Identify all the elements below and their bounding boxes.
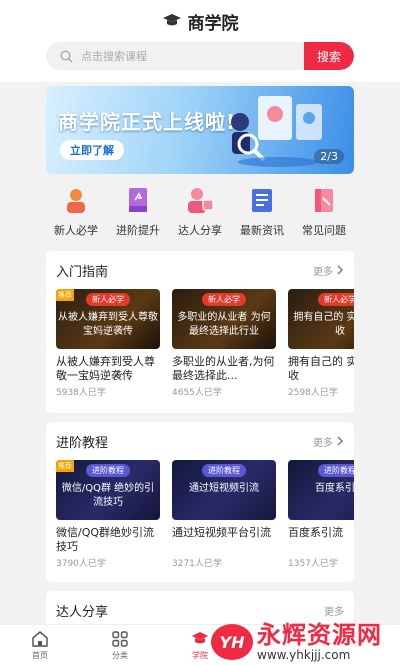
course-card[interactable]: 推荐 新人必学 从被人嫌弃到受人尊敬 宝妈逆袭传 从被人嫌弃到受人尊敬一宝妈逆袭…: [56, 289, 160, 398]
course-name: 多职业的从业者,为何最终选择此...: [172, 355, 275, 382]
chevron-right-icon: [337, 436, 343, 446]
more-link[interactable]: 更多: [324, 603, 344, 618]
search-row: 点击搜索课程 搜索: [0, 42, 400, 82]
course-card[interactable]: 推荐 进阶教程 微信/QQ群 绝妙的引流技巧 微信/QQ群绝妙引流技巧 3790…: [56, 460, 160, 569]
course-thumbnail: 推荐 进阶教程 微信/QQ群 绝妙的引流技巧: [56, 460, 160, 520]
recommended-badge: 推荐: [56, 460, 74, 472]
home-icon: [32, 631, 48, 647]
search-placeholder: 点击搜索课程: [81, 50, 147, 63]
grid-icon: [112, 631, 128, 647]
app-screen: 商学院 点击搜索课程 搜索 商学院正式上线啦! 立即了解 2/3 新人必学 进阶…: [0, 0, 400, 666]
site-watermark: YH 永辉资源网 www.yhkjjj.com: [211, 622, 382, 662]
course-name: 拥有自己的 实现经济收: [288, 355, 354, 382]
section-header: 入门指南 更多: [46, 251, 354, 289]
category-newbie[interactable]: 新人必学: [46, 186, 106, 238]
course-tag: 进阶教程: [86, 464, 130, 477]
learner-count: 1357人已学: [288, 559, 338, 569]
banner-title: 商学院正式上线啦!: [58, 110, 237, 134]
course-name: 微信/QQ群绝妙引流技巧: [56, 526, 155, 553]
course-list: 推荐 新人必学 从被人嫌弃到受人尊敬 宝妈逆袭传 从被人嫌弃到受人尊敬一宝妈逆袭…: [46, 289, 354, 398]
course-thumbnail: 进阶教程 通过短视频引流: [172, 460, 276, 520]
banner-learn-more-button[interactable]: 立即了解: [60, 140, 124, 160]
category-label: 新人必学: [54, 224, 98, 237]
advance-book-icon: [129, 188, 147, 212]
tab-label: 学院: [192, 651, 208, 660]
top-bar: 商学院: [0, 0, 400, 42]
thumbnail-text: 百度系引流: [315, 483, 354, 494]
category-news[interactable]: 最新资讯: [232, 186, 292, 238]
tab-label: 分类: [112, 651, 128, 660]
page-title: 商学院: [187, 13, 239, 34]
tab-home[interactable]: 首页: [10, 630, 70, 661]
category-expert-share[interactable]: 达人分享: [170, 186, 230, 238]
search-input[interactable]: 点击搜索课程: [46, 42, 304, 70]
thumbnail-text: 通过短视频引流: [189, 483, 259, 494]
recommended-badge: 推荐: [56, 289, 74, 301]
category-row: 新人必学 进阶提升 达人分享 最新资讯 常见问题: [46, 186, 354, 238]
watermark-text: 永辉资源网 www.yhkjjj.com: [257, 622, 382, 662]
more-label: 更多: [313, 266, 333, 278]
more-label: 更多: [313, 437, 333, 449]
learner-count: 3271人已学: [172, 559, 222, 569]
course-thumbnail: 新人必学 多职业的从业者 为何最终选择此行业: [172, 289, 276, 349]
expert-share-icon: [188, 188, 214, 213]
search-button[interactable]: 搜索: [304, 42, 354, 70]
course-thumbnail: 推荐 新人必学 从被人嫌弃到受人尊敬 宝妈逆袭传: [56, 289, 160, 349]
course-tag: 新人必学: [86, 293, 130, 306]
thumbnail-text: 从被人嫌弃到受人尊敬 宝妈逆袭传: [58, 312, 158, 337]
category-faq[interactable]: 常见问题: [294, 186, 354, 238]
watermark-logo: YH: [211, 624, 253, 660]
faq-icon: [315, 189, 333, 212]
thumbnail-text: 多职业的从业者 为何最终选择此行业: [177, 312, 271, 337]
section-title: 达人分享: [56, 604, 109, 620]
more-link[interactable]: 更多: [313, 263, 344, 278]
tab-label: 首页: [32, 651, 48, 660]
category-label: 常见问题: [302, 224, 346, 237]
graduation-cap-icon: [162, 14, 181, 26]
section-title: 进阶教程: [56, 435, 109, 451]
course-card[interactable]: 进阶教程 通过短视频引流 通过短视频平台引流 3271人已学: [172, 460, 276, 569]
course-thumbnail: 进阶教程 百度系引流: [288, 460, 354, 520]
section-getting-started: 入门指南 更多 推荐 新人必学 从被人嫌弃到受人尊敬 宝妈逆袭传 从被人嫌弃到受…: [46, 251, 354, 413]
promo-banner[interactable]: 商学院正式上线啦! 立即了解 2/3: [46, 86, 354, 174]
section-header: 进阶教程 更多: [46, 422, 354, 460]
banner-pager: 2/3: [314, 149, 344, 164]
chevron-right-icon: [337, 265, 343, 275]
course-list: 推荐 进阶教程 微信/QQ群 绝妙的引流技巧 微信/QQ群绝妙引流技巧 3790…: [46, 460, 354, 569]
category-advance[interactable]: 进阶提升: [108, 186, 168, 238]
more-label: 更多: [324, 606, 344, 618]
thumbnail-text: 微信/QQ群 绝妙的引流技巧: [61, 483, 155, 508]
learner-count: 4655人已学: [172, 388, 222, 398]
section-title: 入门指南: [56, 264, 109, 280]
search-box: 点击搜索课程 搜索: [46, 42, 354, 70]
tab-category[interactable]: 分类: [90, 630, 150, 661]
course-tag: 新人必学: [318, 293, 354, 306]
search-icon: [60, 49, 73, 62]
course-name: 百度系引流: [288, 526, 343, 539]
course-name: 从被人嫌弃到受人尊敬一宝妈逆袭传: [56, 355, 155, 382]
category-label: 达人分享: [178, 224, 222, 237]
banner-illustration: [231, 96, 322, 167]
course-tag: 新人必学: [202, 293, 246, 306]
learner-count: 5938人已学: [56, 388, 106, 398]
category-label: 进阶提升: [116, 224, 160, 237]
course-name: 通过短视频平台引流: [172, 526, 271, 539]
course-tag: 进阶教程: [318, 464, 354, 477]
course-card[interactable]: 新人必学 拥有自己的 实现经济收 拥有自己的 实现经济收 2598人已学: [288, 289, 354, 398]
learner-count: 2598人已学: [288, 388, 338, 398]
course-thumbnail: 新人必学 拥有自己的 实现经济收: [288, 289, 354, 349]
watermark-url: www.yhkjjj.com: [257, 648, 351, 662]
news-icon: [252, 189, 272, 212]
course-tag: 进阶教程: [202, 464, 246, 477]
course-card[interactable]: 新人必学 多职业的从业者 为何最终选择此行业 多职业的从业者,为何最终选择此..…: [172, 289, 276, 398]
newbie-icon: [67, 189, 85, 213]
learner-count: 3790人已学: [56, 559, 106, 569]
category-label: 最新资讯: [240, 224, 284, 237]
thumbnail-text: 拥有自己的 实现经济收: [293, 312, 354, 337]
course-card[interactable]: 进阶教程 百度系引流 百度系引流 1357人已学: [288, 460, 354, 569]
more-link[interactable]: 更多: [313, 434, 344, 449]
watermark-title: 永辉资源网: [257, 621, 382, 649]
section-advanced-tutorials: 进阶教程 更多 推荐 进阶教程 微信/QQ群 绝妙的引流技巧 微信/QQ群绝妙引…: [46, 422, 354, 582]
college-icon: [192, 632, 208, 644]
